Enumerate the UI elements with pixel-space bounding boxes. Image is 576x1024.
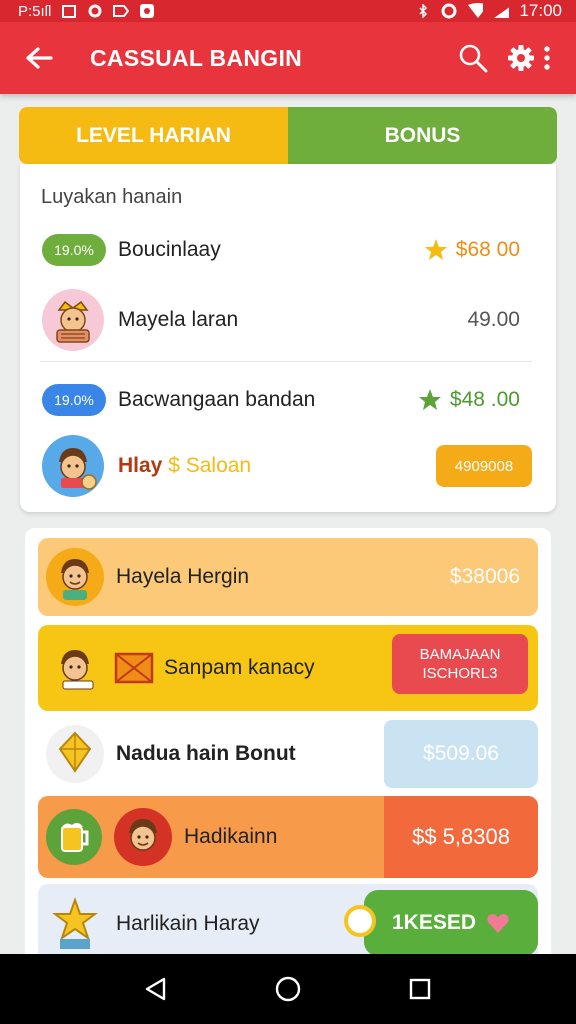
star-icon [418,389,441,410]
boy-avatar-icon [129,819,157,851]
row-amount: $48 .00 [449,388,520,411]
status-bar: P:5ıſl 17:00 [0,0,576,22]
row-label: Hlay $ Saloan [118,454,251,478]
claim-button[interactable]: 1KESED [364,890,538,956]
bonus-card: Hayela Hergin $38006 Sanpam kanacy BAMAJ… [25,528,551,964]
row-label: Bacwangaan bandan [118,388,316,411]
player-avatar-icon [59,448,97,490]
card-heading: Luyakan hanain [41,186,183,208]
claim-button-label: 1KESED [391,911,477,934]
percent-badge: 19.0% [42,234,106,266]
crate-icon [114,652,154,684]
tab-level-harian[interactable]: LEVEL HARIAN [19,107,288,164]
carrier-text: P:5ıſl [18,2,52,20]
item-value: $509.06 [384,720,538,788]
row-label-accent: $ Saloan [168,454,252,477]
avatar [46,548,104,606]
item-label: Hadikainn [184,825,278,848]
score-badge[interactable]: 4909008 [436,445,532,487]
claim-button-line1: BAMAJAAN [419,646,501,663]
row-amount: $68 00 [455,238,520,261]
star-trophy-icon [46,895,104,953]
star-icon [424,239,447,260]
record-icon [441,3,457,19]
avatar [46,639,104,697]
alarm-icon [139,4,155,18]
item-label: Sanpam kanacy [164,656,315,679]
page-title: CASSUAL BANGIN [90,44,303,71]
row-label-main: Hlay [118,454,163,477]
beer-mug-icon [46,809,102,865]
gear-icon[interactable] [506,41,536,75]
tab-bar: LEVEL HARIAN BONUS [19,107,557,164]
item-label: Harlikain Haray [116,912,260,935]
coin-icon [344,905,376,937]
item-value: $$ 5,8308 [384,796,538,878]
list-item[interactable]: Hayela Hergin $38006 [38,538,538,616]
divider [40,361,532,362]
row-label: Mayela laran [118,308,239,331]
avatar [114,808,172,866]
list-item[interactable]: Nadua hain Bonut $509.06 [38,720,538,788]
row-amount: 49.00 [467,308,520,331]
heart-icon [487,914,509,933]
tag-icon [113,4,130,18]
daily-level-card: Luyakan hanain 19.0% Boucinlaay $68 00 M… [20,164,556,512]
list-item[interactable]: 19.0% Bacwangaan bandan $48 .00 [20,380,556,420]
claim-button-line2: ISCHORL3 [422,665,498,682]
avatar [42,435,104,497]
recents-square-icon[interactable] [396,965,444,1013]
system-nav-bar [0,954,576,1024]
image-icon [61,4,77,18]
search-icon[interactable] [456,41,490,75]
back-triangle-icon[interactable] [132,965,180,1013]
item-label: Hayela Hergin [116,565,250,588]
list-item[interactable]: Harlikain Haray 1KESED [38,884,538,964]
row-amount-group: $48 .00 [418,388,520,412]
list-item[interactable]: Mayela laran 49.00 [20,288,556,352]
king-avatar-icon [56,300,90,343]
bluetooth-icon [415,4,431,18]
avatar [42,289,104,351]
signal-icon [493,4,510,18]
wifi-icon [467,3,484,18]
item-label: Nadua hain Bonut [116,742,296,765]
settings-notif-icon [87,4,103,18]
back-arrow-icon[interactable] [22,41,56,75]
boy-avatar-icon [61,650,94,690]
claim-button[interactable]: BAMAJAAN ISCHORL3 [392,634,528,694]
more-vertical-icon[interactable] [536,41,558,75]
list-item[interactable]: Hadikainn $$ 5,8308 [38,796,538,878]
list-item[interactable]: 19.0% Boucinlaay $68 00 [20,230,556,270]
app-bar: CASSUAL BANGIN [0,22,576,94]
home-circle-icon[interactable] [264,965,312,1013]
item-value: $38006 [449,565,520,588]
list-item[interactable]: Sanpam kanacy BAMAJAAN ISCHORL3 [38,625,538,711]
kite-trophy-icon [46,725,104,783]
list-item[interactable]: Hlay $ Saloan 4909008 [20,434,556,498]
tab-bonus[interactable]: BONUS [288,107,557,164]
percent-badge: 19.0% [42,384,106,416]
row-label: Boucinlaay [118,238,221,261]
clock: 17:00 [519,1,562,20]
row-amount-group: $68 00 [424,238,520,262]
boy-avatar-icon [61,559,89,600]
